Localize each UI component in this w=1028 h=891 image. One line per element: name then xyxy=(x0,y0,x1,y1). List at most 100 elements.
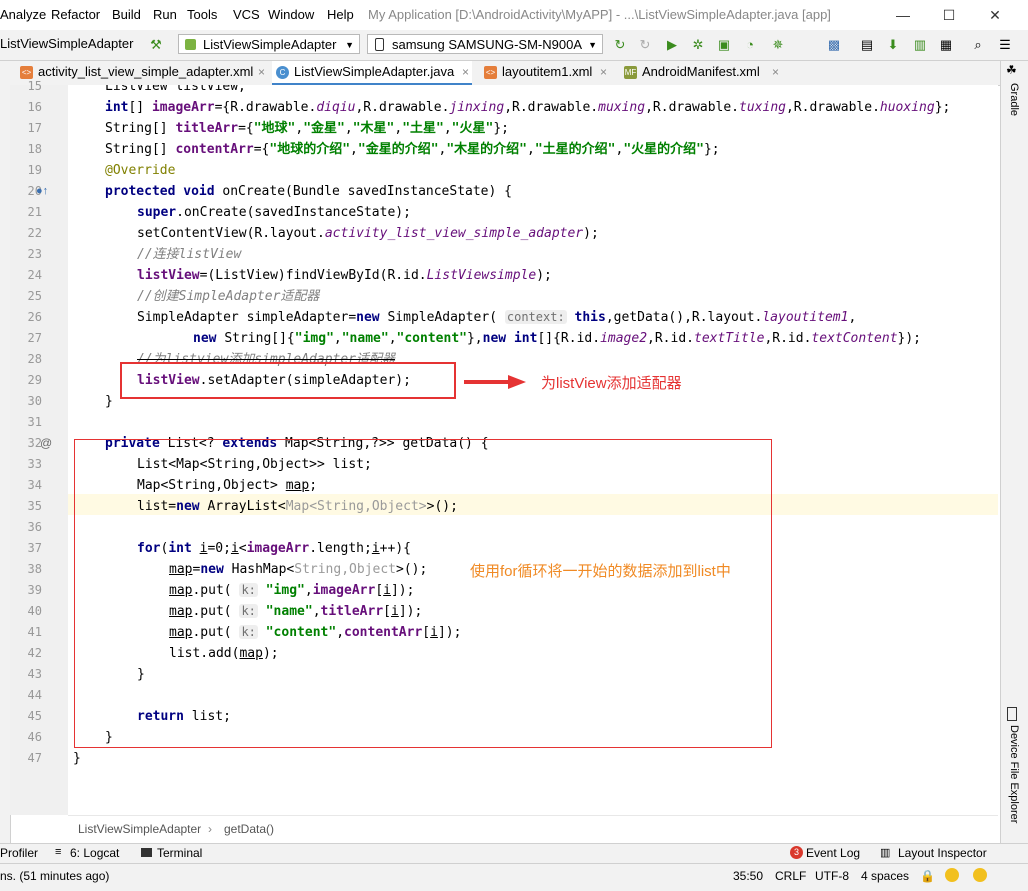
code-line-18: String[] contentArr={"地球的介绍","金星的介绍","木星… xyxy=(105,142,720,157)
file-encoding[interactable]: UTF-8 xyxy=(815,869,849,883)
line-number: 46 xyxy=(27,730,42,744)
tab-activity-list-view-simple-adapter[interactable]: <> activity_list_view_simple_adapter.xml… xyxy=(16,61,268,85)
line-number: 41 xyxy=(27,625,42,639)
line-number: 45 xyxy=(27,709,42,723)
xml-file-icon: <> xyxy=(20,66,33,79)
line-number: 18 xyxy=(27,142,42,156)
code-line-21: super.onCreate(savedInstanceState); xyxy=(137,205,411,220)
loop-note: 使用for循环将一开始的数据添加到list中 xyxy=(470,563,731,580)
layout-inspector-tool-button[interactable]: Layout Inspector xyxy=(898,846,987,860)
line-number: 39 xyxy=(27,583,42,597)
gradle-icon: ☘ xyxy=(1006,63,1017,77)
line-number: 28 xyxy=(27,352,42,366)
sad-face-icon[interactable] xyxy=(973,868,987,882)
tab-label: activity_list_view_simple_adapter.xml xyxy=(38,64,254,79)
maximize-icon[interactable]: ☐ xyxy=(934,4,964,26)
sync-gradle-icon[interactable]: ▩ xyxy=(826,37,842,53)
set-adapter-highlight-box xyxy=(120,362,456,399)
param-hint: context: xyxy=(504,310,567,324)
tab-listview-simple-adapter[interactable]: C ListViewSimpleAdapter.java × xyxy=(272,61,472,85)
annotation-at-icon[interactable]: @ xyxy=(40,436,52,450)
menu-refactor[interactable]: Refactor xyxy=(51,7,100,22)
close-icon[interactable]: × xyxy=(258,61,265,83)
title-menu-bar: Analyze Refactor Build Run Tools VCS Win… xyxy=(0,0,1028,30)
line-number: 30 xyxy=(27,394,42,408)
main-toolbar: ListViewSimpleAdapter ⚒ ListViewSimpleAd… xyxy=(0,30,1028,80)
line-separator[interactable]: CRLF xyxy=(775,869,806,883)
code-line-24: listView=(ListView)findViewById(R.id.Lis… xyxy=(137,268,552,283)
line-number: 47 xyxy=(27,751,42,765)
status-bar: ns. (51 minutes ago) 35:50 CRLF UTF-8 4 … xyxy=(0,863,1028,891)
breadcrumb-class[interactable]: ListViewSimpleAdapter xyxy=(78,816,201,842)
menu-tools[interactable]: Tools xyxy=(187,7,217,22)
adapter-note: 为listView添加适配器 xyxy=(541,375,682,392)
manifest-file-icon: MF xyxy=(624,66,637,79)
tab-layoutitem1[interactable]: <> layoutitem1.xml × xyxy=(480,61,610,85)
line-number: 17 xyxy=(27,121,42,135)
close-icon[interactable]: × xyxy=(772,61,779,83)
code-line-20: protected void onCreate(Bundle savedInst… xyxy=(105,184,512,199)
profile-icon[interactable]: ◔ xyxy=(742,37,758,53)
terminal-icon xyxy=(141,848,152,857)
logcat-tool-button[interactable]: 6: Logcat xyxy=(70,846,119,860)
indent-setting[interactable]: 4 spaces xyxy=(861,869,909,883)
line-number: 26 xyxy=(27,310,42,324)
terminal-tool-button[interactable]: Terminal xyxy=(157,846,202,860)
lock-icon[interactable]: 🔒 xyxy=(920,869,935,883)
attach-debugger-icon[interactable]: ✵ xyxy=(770,37,786,53)
breadcrumb-separator: › xyxy=(208,822,212,836)
avd-manager-icon[interactable]: ▤ xyxy=(859,37,875,53)
device-select[interactable]: samsung SAMSUNG-SM-N900A ▼ xyxy=(367,34,603,54)
caret-position[interactable]: 35:50 xyxy=(733,869,763,883)
close-window-icon[interactable]: ✕ xyxy=(980,4,1010,26)
line-number: 37 xyxy=(27,541,42,555)
line-number: 19 xyxy=(27,163,42,177)
line-number: 32 xyxy=(27,436,42,450)
java-class-icon: C xyxy=(276,66,289,79)
line-number: 29 xyxy=(27,373,42,387)
line-number: 23 xyxy=(27,247,42,261)
menu-vcs[interactable]: VCS xyxy=(233,7,260,22)
code-editor[interactable]: ListView listView; int[] imageArr={R.dra… xyxy=(68,85,998,815)
menu-analyze[interactable]: Analyze xyxy=(0,7,46,22)
smiley-icon[interactable] xyxy=(945,868,959,882)
hammer-icon[interactable]: ⚒ xyxy=(148,37,164,53)
tab-scroll-left[interactable] xyxy=(0,63,10,83)
get-data-highlight-box xyxy=(74,439,772,748)
menu-run[interactable]: Run xyxy=(153,7,177,22)
event-log-tool-button[interactable]: Event Log xyxy=(806,846,860,860)
gradle-tool-button[interactable]: Gradle xyxy=(1008,83,1020,116)
search-icon[interactable]: ⌕ xyxy=(970,37,986,53)
override-marker-icon[interactable]: ●↑ xyxy=(36,185,48,197)
run-config-select[interactable]: ListViewSimpleAdapter ▼ xyxy=(178,34,360,54)
project-breadcrumb[interactable]: ListViewSimpleAdapter xyxy=(0,36,133,51)
status-message: ns. (51 minutes ago) xyxy=(0,869,110,883)
device-file-explorer-icon xyxy=(1007,707,1017,721)
debug-icon[interactable]: ✲ xyxy=(690,37,706,53)
breadcrumb-method[interactable]: getData() xyxy=(224,816,274,842)
device-file-explorer-button[interactable]: Device File Explorer xyxy=(1008,725,1020,823)
coverage-icon[interactable]: ▣ xyxy=(716,37,732,53)
layout-inspector-icon[interactable]: ▥ xyxy=(912,37,928,53)
apply-changes-icon[interactable]: ↻ xyxy=(612,37,628,53)
line-number: 40 xyxy=(27,604,42,618)
menu-build[interactable]: Build xyxy=(112,7,141,22)
line-number: 44 xyxy=(27,688,42,702)
layout-inspector-icon: ▥ xyxy=(880,847,891,859)
sdk-manager-icon[interactable]: ⬇ xyxy=(885,37,901,53)
line-number: 34 xyxy=(27,478,42,492)
menu-icon[interactable]: ☰ xyxy=(997,37,1013,53)
project-structure-icon[interactable]: ▦ xyxy=(938,37,954,53)
tab-android-manifest[interactable]: MF AndroidManifest.xml × xyxy=(620,61,782,85)
minimize-icon[interactable]: — xyxy=(888,4,918,26)
menu-window[interactable]: Window xyxy=(268,7,314,22)
run-icon[interactable]: ▶ xyxy=(664,37,680,53)
profiler-tool-button[interactable]: Profiler xyxy=(0,846,38,860)
code-line-25: //创建SimpleAdapter适配器 xyxy=(137,289,320,304)
tab-label: layoutitem1.xml xyxy=(502,64,593,79)
apply-code-changes-icon[interactable]: ↻ xyxy=(637,37,653,53)
code-line-15: ListView listView; xyxy=(105,85,246,94)
close-icon[interactable]: × xyxy=(600,61,607,83)
menu-help[interactable]: Help xyxy=(327,7,354,22)
close-icon[interactable]: × xyxy=(462,61,469,83)
